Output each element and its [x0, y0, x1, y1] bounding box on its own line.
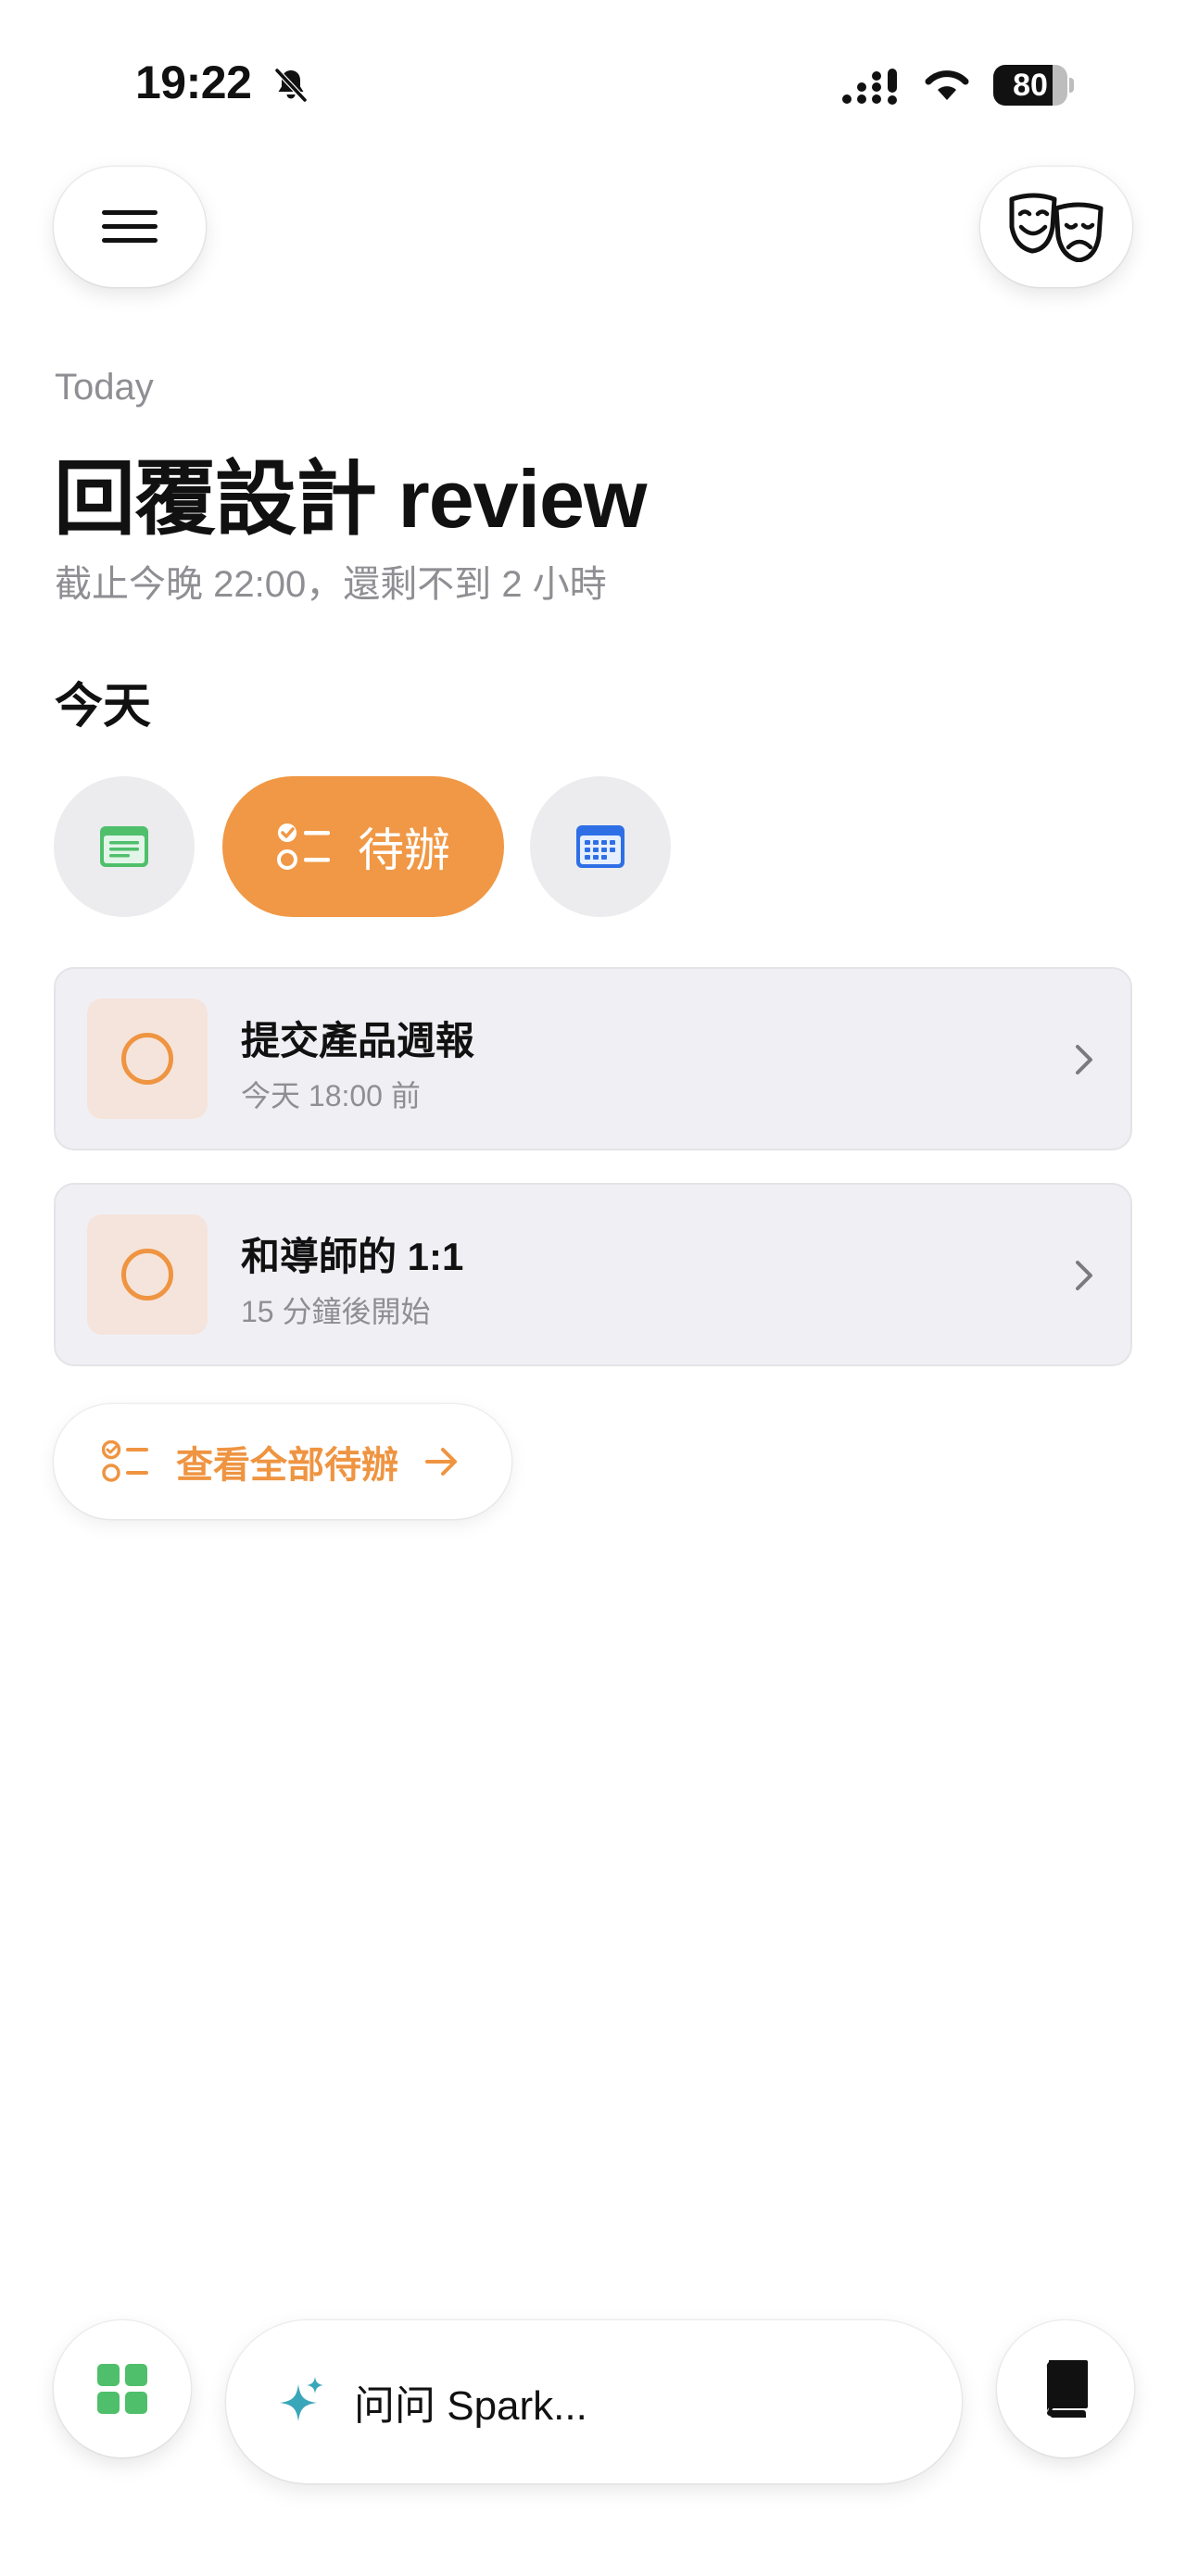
- ask-spark-placeholder: 问问 Spark...: [354, 2383, 587, 2429]
- view-all-todos-button[interactable]: 查看全部待辦: [54, 1404, 511, 1519]
- circle-icon: [121, 1033, 173, 1085]
- tab-notes[interactable]: [54, 776, 195, 917]
- chevron-right-icon: [1076, 1261, 1092, 1290]
- sparkle-icon: [280, 2377, 323, 2421]
- tab-todo-label: 待辦: [358, 824, 450, 876]
- apps-button[interactable]: [54, 2320, 191, 2457]
- book-icon: [1046, 2360, 1088, 2418]
- circle-icon: [121, 1249, 173, 1301]
- todo-subtitle: 15 分鐘後開始: [241, 1295, 431, 1328]
- todo-checkbox[interactable]: [87, 999, 208, 1119]
- ask-spark-input[interactable]: 问问 Spark...: [226, 2320, 962, 2483]
- wifi-icon: [925, 70, 969, 100]
- tab-calendar[interactable]: [530, 776, 671, 917]
- checklist-icon: [102, 1440, 148, 1482]
- checklist-icon: [277, 823, 330, 870]
- todo-title: 提交產品週報: [241, 1019, 475, 1062]
- screen: 19:22 80 Today 回覆設計 review 截止今晚 22:00，還剩…: [0, 0, 1186, 2576]
- theater-masks-icon: [1009, 193, 1104, 262]
- todo-title: 和導師的 1:1: [241, 1235, 464, 1278]
- signal-icon: [842, 69, 897, 105]
- page-subtitle: 截止今晚 22:00，還剩不到 2 小時: [55, 564, 607, 605]
- todo-subtitle: 今天 18:00 前: [241, 1079, 421, 1112]
- notes-icon: [100, 826, 148, 867]
- grid-icon: [97, 2364, 147, 2414]
- battery-level: 80: [1013, 68, 1048, 103]
- status-time: 19:22: [135, 57, 252, 108]
- battery-indicator: 80: [993, 65, 1074, 106]
- hamburger-icon: [102, 210, 158, 243]
- chevron-right-icon: [1076, 1045, 1092, 1074]
- view-all-label: 查看全部待辦: [176, 1445, 398, 1486]
- todo-item[interactable]: 和導師的 1:1 15 分鐘後開始: [54, 1183, 1132, 1366]
- library-button[interactable]: [997, 2320, 1134, 2457]
- page-eyebrow: Today: [55, 367, 154, 408]
- todo-item[interactable]: 提交產品週報 今天 18:00 前: [54, 967, 1132, 1150]
- page-title: 回覆設計 review: [54, 453, 647, 545]
- menu-button[interactable]: [54, 167, 206, 287]
- tab-todo[interactable]: 待辦: [222, 776, 504, 917]
- calendar-icon: [576, 825, 625, 868]
- arrow-right-icon: [425, 1448, 457, 1476]
- todo-checkbox[interactable]: [87, 1214, 208, 1335]
- bell-slash-icon: [274, 68, 308, 103]
- section-heading: 今天: [55, 680, 152, 734]
- theater-masks-button[interactable]: [980, 167, 1132, 287]
